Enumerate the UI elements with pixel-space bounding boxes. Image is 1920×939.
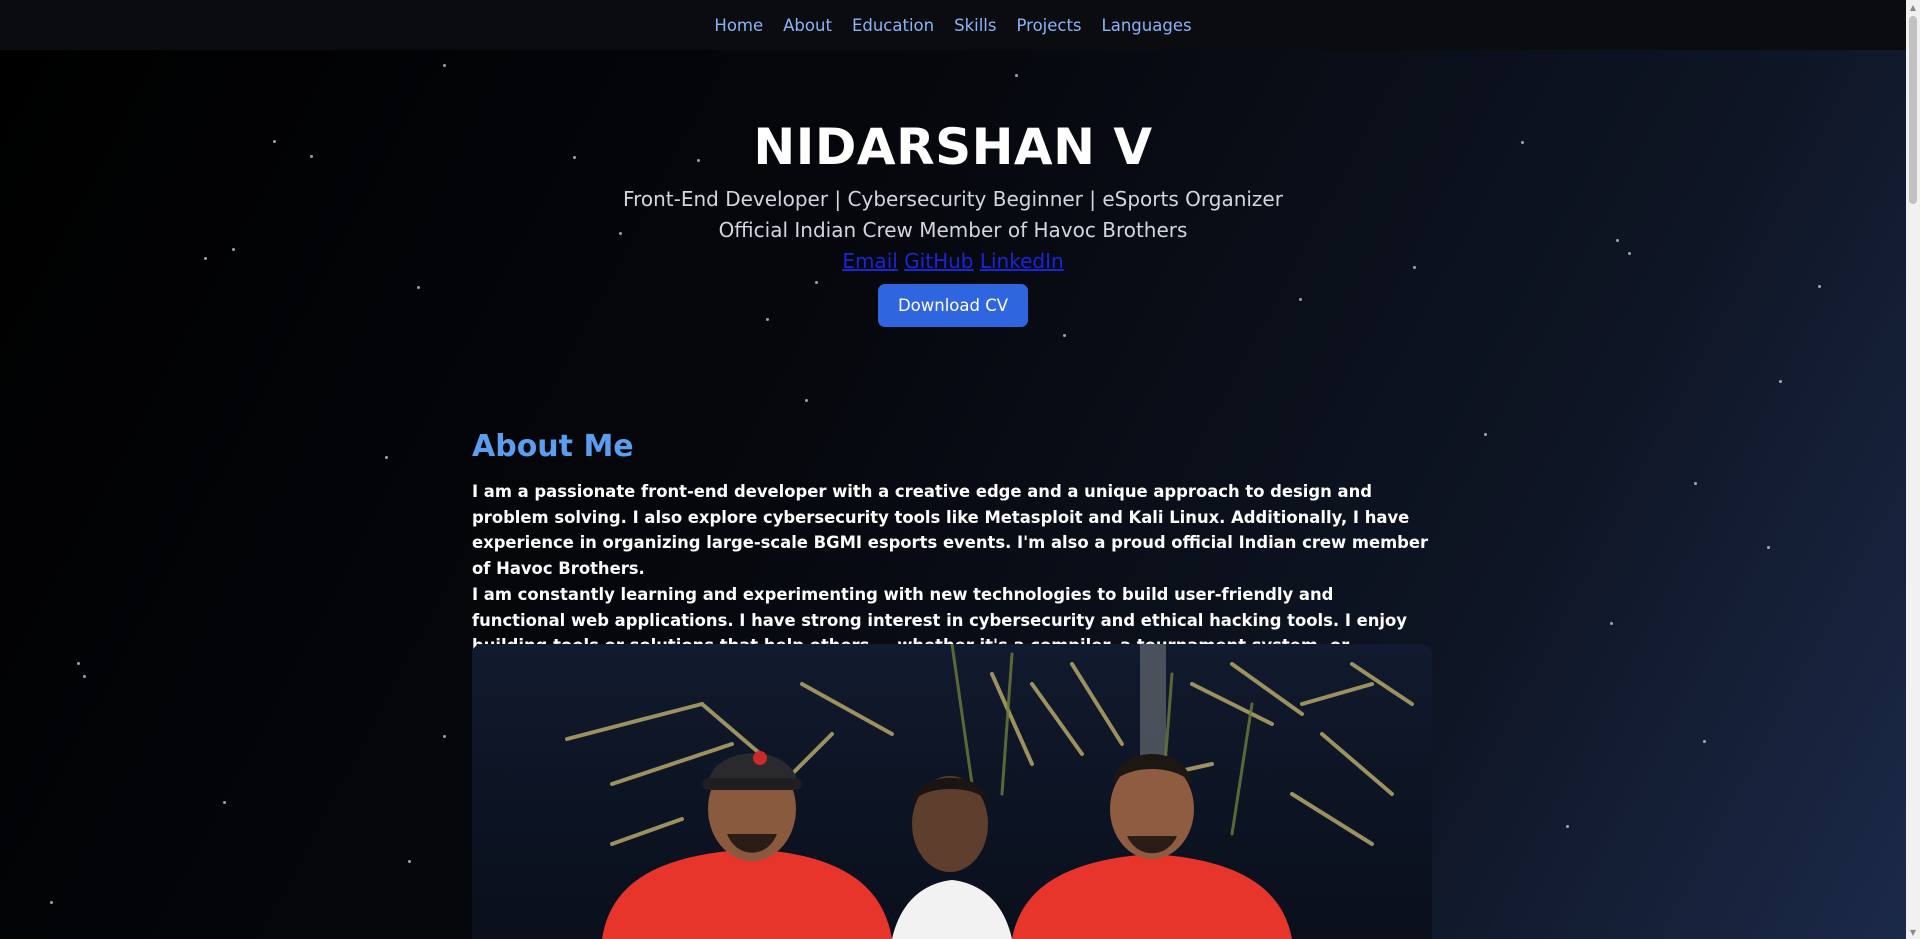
scrollbar-thumb[interactable] (1909, 16, 1917, 204)
about-photo-illustration (565, 644, 1414, 939)
scroll-up-arrow-icon[interactable]: ▲ (1906, 0, 1920, 14)
nav-link-education[interactable]: Education (852, 16, 934, 35)
download-cv-button[interactable]: Download CV (877, 284, 1029, 327)
scroll-down-arrow-icon[interactable]: ▼ (1906, 925, 1920, 939)
page-scrollbar[interactable]: ▲ ▼ (1906, 0, 1920, 939)
nav-link-projects[interactable]: Projects (1016, 16, 1081, 35)
about-title: About Me (472, 429, 634, 464)
hero-tagline-crew: Official Indian Crew Member of Havoc Bro… (718, 218, 1188, 242)
hero-tagline-roles: Front-End Developer | Cybersecurity Begi… (623, 187, 1283, 211)
nav-link-languages[interactable]: Languages (1102, 16, 1192, 35)
linkedin-link[interactable]: LinkedIn (980, 249, 1064, 273)
nav-link-skills[interactable]: Skills (954, 16, 996, 35)
about-photo (472, 644, 1432, 939)
nav-link-home[interactable]: Home (714, 16, 763, 35)
person-right (1012, 754, 1292, 939)
about-paragraph-1: I am a passionate front-end developer wi… (472, 482, 1429, 579)
email-link[interactable]: Email (842, 249, 898, 273)
hero-name: NIDARSHAN V (753, 118, 1153, 176)
person-left (602, 751, 892, 939)
nav-link-about[interactable]: About (783, 16, 832, 35)
hero-social-links: Email GitHub LinkedIn (0, 246, 1906, 277)
hero-section: NIDARSHAN V Front-End Developer | Cybers… (0, 112, 1906, 327)
person-middle (892, 776, 1012, 939)
github-link[interactable]: GitHub (904, 249, 973, 273)
top-navbar: Home About Education Skills Projects Lan… (0, 0, 1906, 50)
